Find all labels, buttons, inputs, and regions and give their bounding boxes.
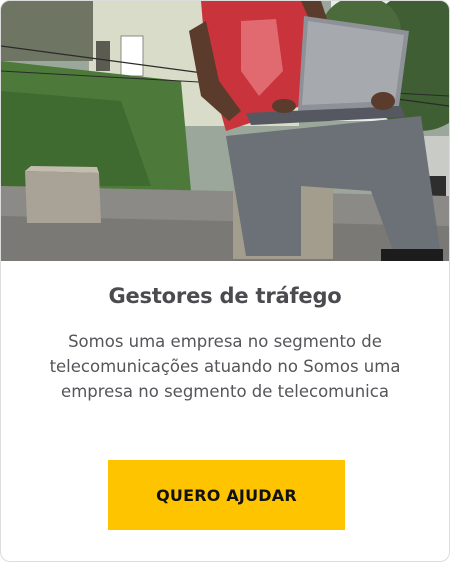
- card-photo: [1, 1, 449, 261]
- card-title: Gestores de tráfego: [108, 284, 342, 308]
- help-button[interactable]: QUERO AJUDAR: [108, 460, 345, 530]
- person-with-laptop-photo: [1, 1, 449, 261]
- campaign-card: Gestores de tráfego Somos uma empresa no…: [0, 0, 450, 562]
- card-description: Somos uma empresa no segmento de telecom…: [49, 332, 401, 401]
